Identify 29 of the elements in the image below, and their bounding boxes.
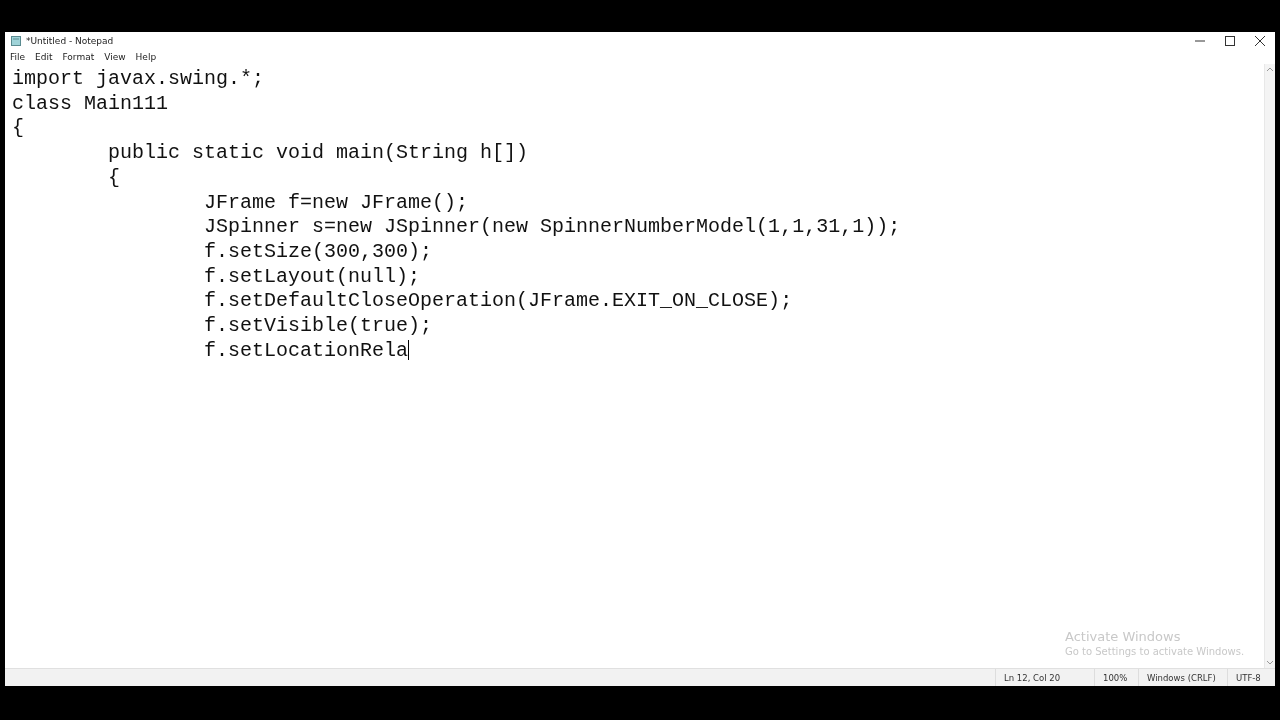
code-line: f.setDefaultCloseOperation(JFrame.EXIT_ON_CLOSE); [203, 289, 793, 313]
code-line: class Main111 [12, 91, 169, 115]
code-line: f.setLayout(null); [203, 264, 421, 288]
encoding: UTF-8 [1236, 672, 1261, 683]
menu-item[interactable]: View [104, 52, 126, 62]
menu-item[interactable]: Format [62, 52, 95, 62]
code-line: f.setSize(300,300); [203, 239, 433, 263]
code-line: JSpinner s=new JSpinner(new SpinnerNumberModel(1,1,31,1)); [203, 215, 901, 239]
code-line: { [12, 116, 24, 140]
code-line: public static void main(String h[]) [107, 141, 529, 165]
menu-item[interactable]: Edit [35, 52, 53, 62]
menu-item[interactable]: File [10, 52, 26, 62]
line-ending: Windows (CRLF) [1147, 672, 1216, 683]
menu-item[interactable]: Help [135, 52, 157, 62]
code-line: { [107, 165, 121, 189]
vertical-scrollbar[interactable] [1264, 64, 1275, 668]
text-cursor [408, 339, 410, 360]
code-line: import javax.swing.*; [12, 67, 265, 90]
window-title: *Untitled - Notepad [26, 36, 114, 46]
notepad-icon [11, 36, 21, 46]
code-line: f.setLocationRela [203, 338, 409, 362]
code-line: JFrame f=new JFrame(); [203, 190, 469, 214]
zoom-level: 100% [1103, 672, 1128, 683]
scroll-up-icon[interactable] [1267, 67, 1273, 71]
code-line: f.setVisible(true); [203, 314, 433, 338]
scroll-down-icon[interactable] [1267, 661, 1273, 665]
cursor-position: Ln 12, Col 20 [1004, 672, 1061, 683]
close-icon [1255, 36, 1265, 46]
maximize-icon [1225, 36, 1235, 46]
